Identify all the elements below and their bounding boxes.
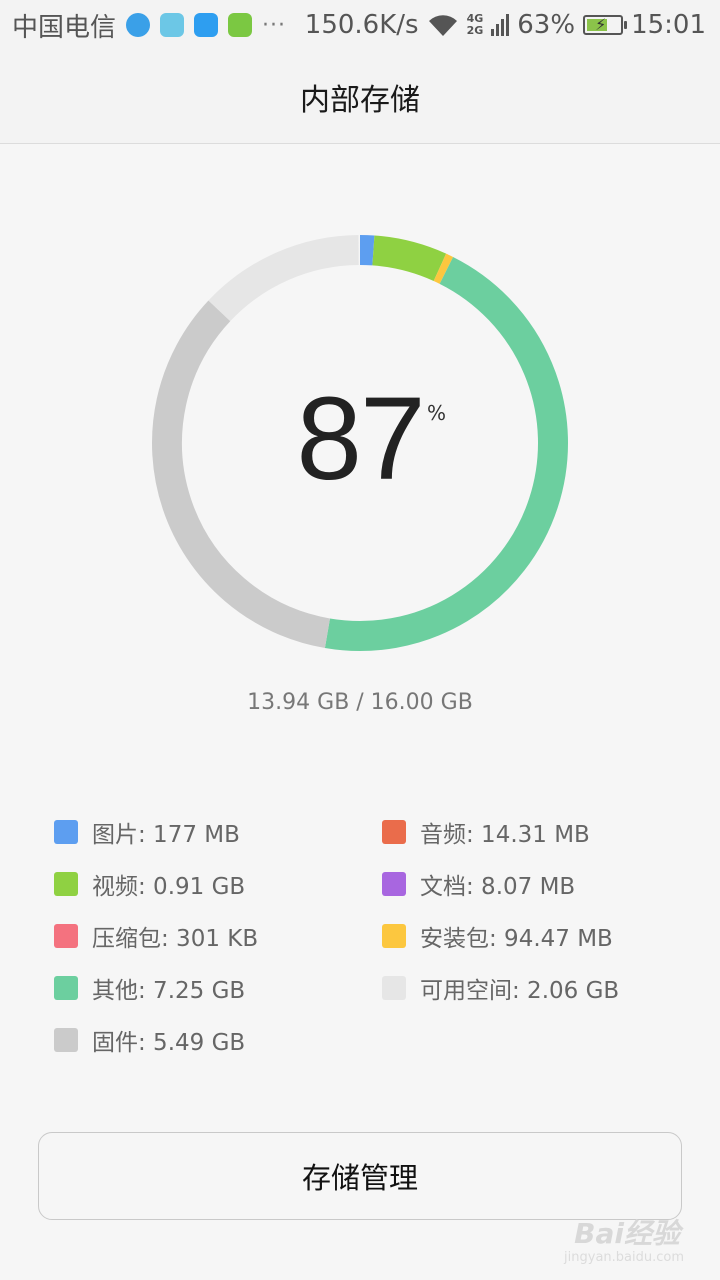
- legend-item: 压缩包: 301 KB: [54, 916, 258, 956]
- page-title: 内部存储: [300, 82, 420, 118]
- legend-label: 图片: 177 MB: [92, 822, 240, 848]
- legend-item: 音频: 14.31 MB: [382, 812, 590, 852]
- legend-swatch: [382, 820, 406, 844]
- battery-icon: ⚡: [583, 15, 628, 35]
- percent-display: 87: [150, 233, 570, 653]
- legend-label: 文档: 8.07 MB: [420, 874, 576, 900]
- legend-label: 音频: 14.31 MB: [420, 822, 590, 848]
- legend-item: 视频: 0.91 GB: [54, 864, 245, 904]
- storage-management-button[interactable]: 存储管理: [38, 1132, 682, 1220]
- charging-icon: ⚡: [595, 15, 607, 34]
- signal-icon: [491, 14, 510, 36]
- title-bar: 内部存储: [0, 50, 720, 144]
- clock: 15:01: [631, 10, 706, 40]
- battery-percent: 63%: [517, 10, 576, 40]
- legend-item: 可用空间: 2.06 GB: [382, 968, 619, 1008]
- legend-swatch: [54, 924, 78, 948]
- storage-usage: 13.94 GB / 16.00 GB: [247, 690, 473, 715]
- storage-donut-chart: 87 %: [150, 233, 570, 653]
- net-speed: 150.6K/s: [304, 10, 419, 40]
- shield-icon: [228, 13, 253, 37]
- used-percent-value: 87: [296, 373, 425, 505]
- more-notifications-icon: ···: [262, 12, 286, 38]
- legend-item: 图片: 177 MB: [54, 812, 240, 852]
- legend-item: 安装包: 94.47 MB: [382, 916, 613, 956]
- network-type: 4G 2G: [467, 13, 484, 37]
- legend-label: 安装包: 94.47 MB: [420, 926, 613, 952]
- legend-swatch: [382, 872, 406, 896]
- legend-swatch: [382, 976, 406, 1000]
- carrier-label: 中国电信: [12, 12, 117, 43]
- legend-swatch: [54, 1028, 78, 1052]
- browser-icon: [126, 13, 151, 37]
- legend-label: 其他: 7.25 GB: [92, 978, 246, 1004]
- legend-label: 视频: 0.91 GB: [92, 874, 246, 900]
- message-icon: [194, 13, 219, 37]
- status-right: 150.6K/s 4G 2G 63% ⚡ 15:01: [305, 0, 706, 50]
- legend-label: 压缩包: 301 KB: [92, 926, 259, 952]
- status-left: 中国电信 ···: [12, 0, 286, 50]
- legend-item: 固件: 5.49 GB: [54, 1020, 245, 1060]
- legend-swatch: [54, 872, 78, 896]
- legend-item: 文档: 8.07 MB: [382, 864, 575, 904]
- legend-label: 固件: 5.49 GB: [92, 1030, 246, 1056]
- percent-sign: %: [427, 401, 447, 425]
- watermark-url: jingyan.baidu.com: [564, 1250, 684, 1265]
- watermark-logo: Bai经验: [574, 1217, 680, 1250]
- legend-swatch: [54, 820, 78, 844]
- network-type-bottom: 2G: [466, 24, 484, 37]
- wifi-icon: [428, 15, 457, 37]
- legend-item: 其他: 7.25 GB: [54, 968, 245, 1008]
- legend-swatch: [382, 924, 406, 948]
- android-icon: [160, 13, 185, 37]
- legend-label: 可用空间: 2.06 GB: [420, 978, 620, 1004]
- status-bar: 中国电信 ··· 150.6K/s 4G 2G 63% ⚡ 15:01: [0, 0, 720, 50]
- legend-swatch: [54, 976, 78, 1000]
